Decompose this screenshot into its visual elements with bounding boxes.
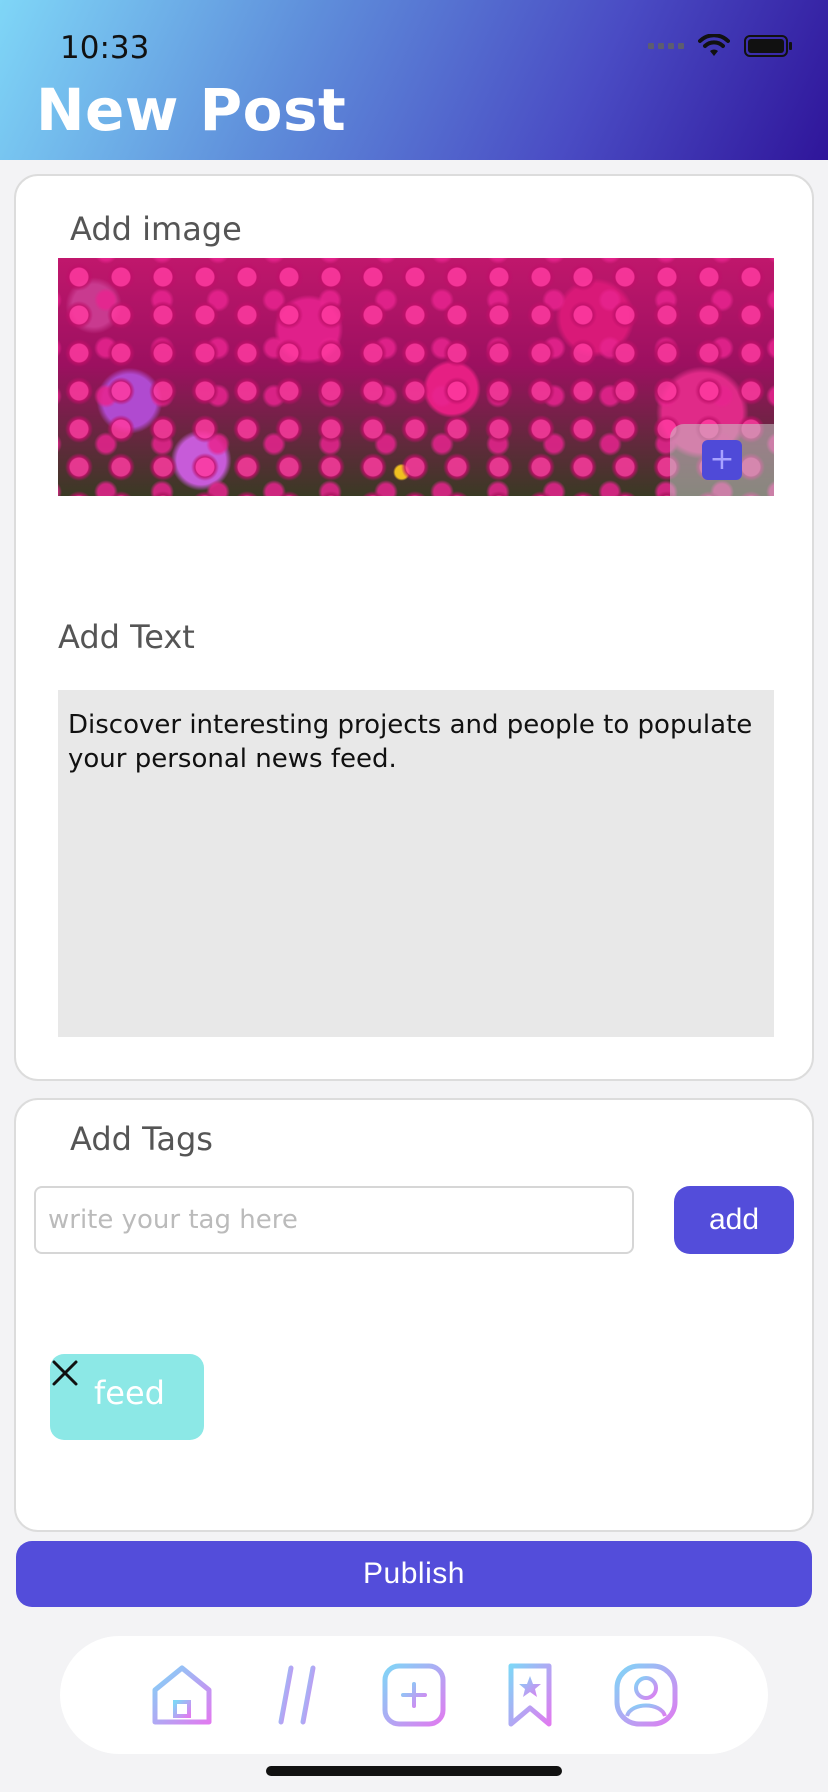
tab-add-post[interactable]	[379, 1660, 449, 1730]
status-icons	[648, 34, 794, 58]
tab-bar	[60, 1636, 768, 1754]
tags-card: Add Tags add feed	[14, 1098, 814, 1532]
page-title: New Post	[36, 76, 347, 144]
flower-photo	[58, 258, 774, 496]
post-content-card: Add image + Add Text Discover interestin…	[14, 174, 814, 1081]
tab-hashtags[interactable]	[263, 1660, 333, 1730]
post-image[interactable]: +	[58, 258, 774, 496]
add-tags-label: Add Tags	[70, 1120, 213, 1158]
profile-icon	[614, 1663, 678, 1727]
post-text-area[interactable]: Discover interesting projects and people…	[58, 690, 774, 1037]
add-square-icon	[382, 1663, 446, 1727]
add-tag-button[interactable]: add	[674, 1186, 794, 1254]
home-indicator	[266, 1766, 562, 1776]
battery-icon	[744, 35, 792, 57]
close-icon[interactable]	[50, 1358, 80, 1388]
publish-button[interactable]: Publish	[16, 1541, 812, 1607]
tab-bookmarks[interactable]	[495, 1660, 565, 1730]
bookmark-star-icon	[508, 1663, 552, 1727]
tab-home[interactable]	[147, 1660, 217, 1730]
add-image-label: Add image	[70, 210, 242, 248]
hashtag-icon	[268, 1665, 328, 1725]
add-image-button[interactable]: +	[670, 424, 774, 496]
wifi-icon	[698, 34, 730, 56]
add-text-label: Add Text	[58, 618, 195, 656]
tag-input[interactable]	[34, 1186, 634, 1254]
tag-chip: feed	[50, 1354, 204, 1440]
status-time: 10:33	[60, 30, 150, 66]
tag-label: feed	[94, 1374, 165, 1412]
tab-profile[interactable]	[611, 1660, 681, 1730]
header: 10:33 New Post	[0, 0, 828, 160]
plus-icon: +	[702, 440, 742, 480]
signal-icon	[648, 43, 684, 49]
home-icon	[152, 1665, 212, 1725]
